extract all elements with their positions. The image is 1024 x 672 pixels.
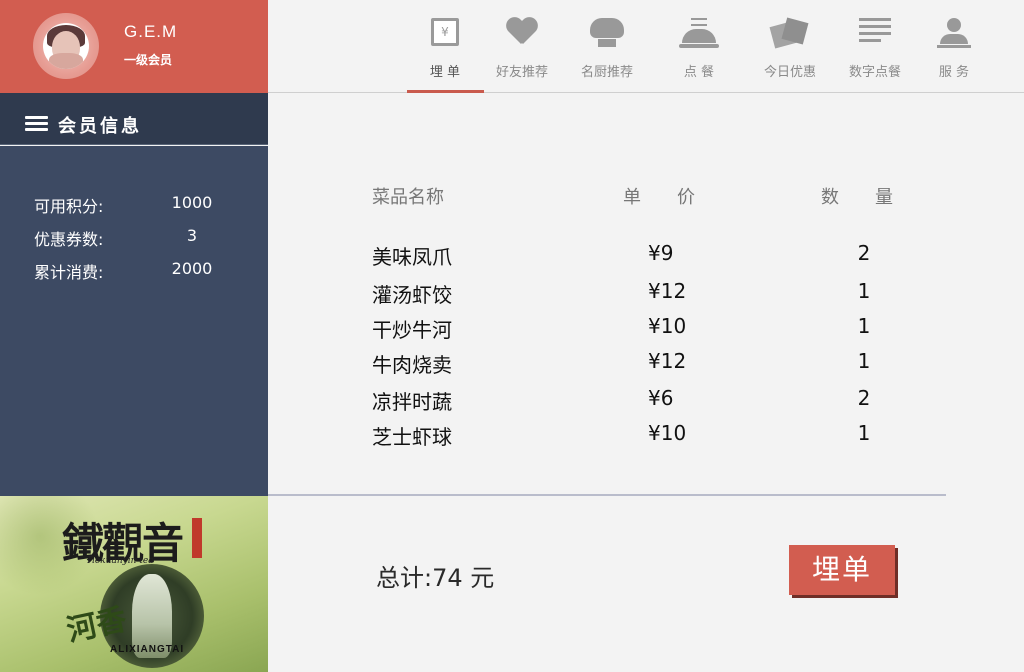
dish-name: 美味凤爪 <box>372 245 452 269</box>
nav-checkout[interactable]: ¥ 埋 单 <box>407 0 483 93</box>
dish-price: ¥9 <box>648 241 674 265</box>
nav-label: 名厨推荐 <box>580 65 633 80</box>
dish-name: 干炒牛河 <box>372 318 452 342</box>
top-nav: ¥ 埋 单 好友推荐 名厨推荐 点 餐 今日优惠 数字点餐 服 务 <box>268 0 1024 93</box>
dish-name: 芝士虾球 <box>372 425 452 449</box>
nav-label: 好友推荐 <box>495 65 548 80</box>
person-icon <box>937 18 971 48</box>
table-row: 牛肉烧卖 ¥12 1 <box>268 349 1024 377</box>
dish-price: ¥6 <box>648 386 674 410</box>
dish-qty: 1 <box>857 421 871 445</box>
table-row: 凉拌时蔬 ¥6 2 <box>268 386 1024 414</box>
header-unit-price: 单 价 <box>623 187 695 208</box>
list-icon <box>859 18 891 44</box>
spending-label: 累计消费: <box>34 263 104 282</box>
heart-icon <box>506 18 538 46</box>
nav-label: 点 餐 <box>683 65 715 80</box>
user-name: G.E.M <box>124 22 178 41</box>
avatar-photo <box>43 23 89 69</box>
header-dish-name: 菜品名称 <box>372 187 444 208</box>
dish-qty: 2 <box>857 386 871 410</box>
nav-digital-order[interactable]: 数字点餐 <box>837 0 913 93</box>
nav-label: 今日优惠 <box>763 65 816 80</box>
coupons-label: 优惠券数: <box>34 230 104 249</box>
nav-service[interactable]: 服 务 <box>916 0 992 93</box>
menu-icon[interactable] <box>25 116 48 131</box>
coupons-row: 优惠券数: 3 <box>34 226 234 249</box>
dish-name: 牛肉烧卖 <box>372 353 452 377</box>
chef-hat-icon <box>590 18 624 48</box>
points-row: 可用积分: 1000 <box>34 193 234 216</box>
nav-friend-recommend[interactable]: 好友推荐 <box>484 0 560 93</box>
spending-value: 2000 <box>171 259 213 278</box>
nav-label: 埋 单 <box>429 65 461 80</box>
spending-row: 累计消费: 2000 <box>34 259 234 282</box>
dish-qty: 2 <box>857 241 871 265</box>
ad-brand: ALIXIANGTAI <box>110 644 185 655</box>
dish-name: 凉拌时蔬 <box>372 390 452 414</box>
avatar[interactable] <box>33 13 99 79</box>
divider <box>268 494 946 496</box>
ad-banner[interactable]: 鐵觀音 Tiekuanyin tea 河香 ALIXIANGTAI <box>0 496 268 672</box>
member-info-title: 会员信息 <box>58 116 142 137</box>
dish-qty: 1 <box>857 314 871 338</box>
dish-price: ¥12 <box>648 279 687 303</box>
nav-order-food[interactable]: 点 餐 <box>661 0 737 93</box>
coupons-value: 3 <box>186 226 198 245</box>
table-row: 美味凤爪 ¥9 2 <box>268 241 1024 269</box>
dish-price: ¥10 <box>648 314 687 338</box>
cloche-icon <box>679 18 719 48</box>
table-row: 灌汤虾饺 ¥12 1 <box>268 279 1024 307</box>
nav-label: 数字点餐 <box>848 65 901 80</box>
points-value: 1000 <box>171 193 213 212</box>
member-level: 一级会员 <box>124 53 173 67</box>
nav-daily-deals[interactable]: 今日优惠 <box>752 0 828 93</box>
nav-label: 服 务 <box>938 65 970 80</box>
header-quantity: 数 量 <box>821 187 893 208</box>
table-row: 芝士虾球 ¥10 1 <box>268 421 1024 449</box>
checkout-button[interactable]: 埋单 <box>789 545 895 595</box>
nav-chef-recommend[interactable]: 名厨推荐 <box>569 0 645 93</box>
coupon-icon <box>769 17 809 49</box>
dish-qty: 1 <box>857 279 871 303</box>
points-label: 可用积分: <box>34 197 104 216</box>
ad-subtitle: Tiekuanyin tea <box>86 556 154 566</box>
dish-qty: 1 <box>857 349 871 373</box>
bill-icon: ¥ <box>431 18 459 46</box>
order-panel: 菜品名称 单 价 数 量 美味凤爪 ¥9 2 灌汤虾饺 ¥12 1 干炒牛河 ¥… <box>268 94 1024 496</box>
dish-price: ¥12 <box>648 349 687 373</box>
dish-name: 灌汤虾饺 <box>372 283 452 307</box>
order-total: 总计:74 元 <box>376 564 495 592</box>
member-info-header[interactable]: 会员信息 <box>0 93 268 145</box>
active-tab-indicator <box>407 90 484 93</box>
ad-seal-icon <box>192 518 202 558</box>
table-row: 干炒牛河 ¥10 1 <box>268 314 1024 342</box>
dish-price: ¥10 <box>648 421 687 445</box>
member-info-panel: 可用积分: 1000 优惠券数: 3 累计消费: 2000 <box>0 146 268 496</box>
profile-header: G.E.M 一级会员 <box>0 0 268 93</box>
